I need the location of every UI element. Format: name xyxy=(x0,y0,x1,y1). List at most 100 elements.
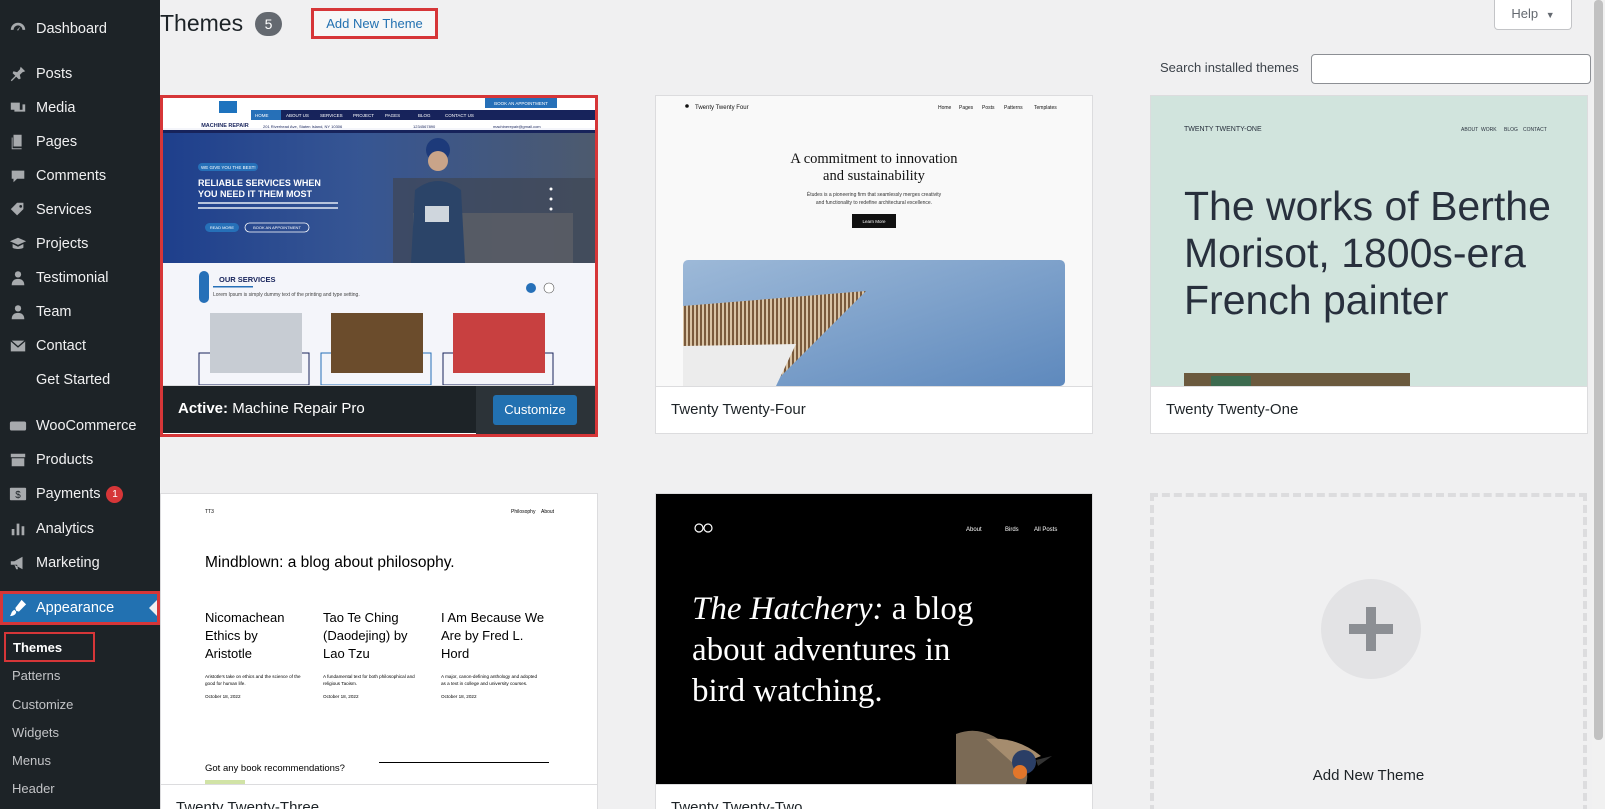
add-new-theme-card[interactable]: Add New Theme xyxy=(1150,493,1587,809)
preview-nav-item: SERVICES xyxy=(320,113,343,118)
theme-name: Twenty Twenty-One xyxy=(1151,386,1587,433)
tt3-post-excerpt: A fundamental text for both philosophica… xyxy=(323,674,415,679)
theme-screenshot[interactable]: TT3 Philosophy About Mindblown: a blog a… xyxy=(161,494,597,784)
sidebar-item-label: Comments xyxy=(36,168,107,184)
theme-card-twenty-twenty-two[interactable]: About Birds All Posts The Hatchery: a blog… xyxy=(655,493,1093,809)
tt2-preview: About Birds All Posts The Hatchery: a blog… xyxy=(692,523,1057,784)
tt4-site-title: Twenty Twenty Four xyxy=(695,105,749,111)
admin-sidebar: Dashboard Posts Media Pages Comments Services… xyxy=(0,0,160,809)
tt4-nav-item: Home xyxy=(938,105,952,111)
preview-nav-item: CONTACT US xyxy=(445,113,474,118)
sidebar-item-testimonial[interactable]: Testimonial xyxy=(0,261,160,295)
dollar-icon: $ xyxy=(8,484,28,504)
tt4-body-2: and functionality to redefine architectu… xyxy=(816,200,932,206)
tt1-nav-item: CONTACT xyxy=(1523,127,1547,133)
help-label: Help xyxy=(1511,6,1539,21)
customize-button[interactable]: Customize xyxy=(493,395,577,425)
sidebar-item-woocommerce[interactable]: WooCommerce xyxy=(0,409,160,443)
submenu-header[interactable]: Header xyxy=(12,781,55,796)
tt3-headline: Mindblown: a blog about philosophy. xyxy=(205,554,455,571)
preview-email: machinerepair@gmail.com xyxy=(493,124,541,129)
tt2-headline-2: about adventures in xyxy=(692,632,950,668)
tt3-post-excerpt: good for human life. xyxy=(205,681,246,686)
scrollbar-thumb[interactable] xyxy=(1594,0,1603,740)
pages-icon xyxy=(8,132,28,152)
graduation-icon xyxy=(8,234,28,254)
sidebar-item-get-started[interactable]: Get Started xyxy=(0,363,160,397)
preview-headline-2: YOU NEED IT THEM MOST xyxy=(198,189,313,199)
theme-name: Twenty Twenty-Four xyxy=(656,386,1092,433)
machine-repair-preview: BOOK AN APPOINTMENT HOME ABOUT US SERVICES… xyxy=(163,98,595,385)
preview-nav-item: BLOG xyxy=(418,113,431,118)
archive-icon xyxy=(8,450,28,470)
preview-brand: MACHINE REPAIR xyxy=(201,123,249,129)
search-label: Search installed themes xyxy=(1160,60,1299,75)
tt4-body-1: Études is a pioneering firm that seamles… xyxy=(807,191,942,198)
theme-name: Twenty Twenty-Three xyxy=(161,784,597,809)
tt3-post-date: October 18, 2022 xyxy=(205,694,241,699)
submenu-customize[interactable]: Customize xyxy=(12,697,73,712)
sidebar-item-label: Projects xyxy=(36,236,89,252)
sidebar-item-services[interactable]: Services xyxy=(0,193,160,227)
preview-book-button: BOOK AN APPOINTMENT xyxy=(494,101,548,106)
tt1-nav-item: ABOUT xyxy=(1461,127,1478,133)
sidebar-item-media[interactable]: Media xyxy=(0,91,160,125)
preview-services-title: OUR SERVICES xyxy=(219,275,276,284)
theme-card-twenty-twenty-four[interactable]: Twenty Twenty Four Home Pages Posts Pattern… xyxy=(655,95,1093,434)
plus-icon xyxy=(1321,579,1421,679)
notification-badge: 1 xyxy=(106,485,124,503)
sidebar-item-marketing[interactable]: Marketing xyxy=(0,546,160,580)
sidebar-item-dashboard[interactable]: Dashboard xyxy=(0,12,160,46)
theme-name: Twenty Twenty-Two xyxy=(656,784,1092,809)
sidebar-item-label: Testimonial xyxy=(36,270,109,286)
submenu-menus[interactable]: Menus xyxy=(12,753,51,768)
tt3-preview: TT3 Philosophy About Mindblown: a blog a… xyxy=(205,509,555,784)
preview-nav-item: ABOUT US xyxy=(286,113,309,118)
theme-card-twenty-twenty-one[interactable]: TWENTY TWENTY-ONE ABOUT WORK BLOG CONTACT T… xyxy=(1150,95,1588,434)
theme-screenshot[interactable]: BOOK AN APPOINTMENT HOME ABOUT US SERVICES… xyxy=(163,98,595,385)
add-new-theme-label: Add New Theme xyxy=(1312,767,1425,784)
sidebar-item-label: Team xyxy=(36,304,72,320)
tt1-nav-item: WORK xyxy=(1481,127,1497,133)
search-themes-input[interactable] xyxy=(1311,54,1591,84)
sidebar-item-comments[interactable]: Comments xyxy=(0,159,160,193)
tt3-post-title: Are by Fred L. xyxy=(441,628,523,643)
tt4-preview: Twenty Twenty Four Home Pages Posts Pattern… xyxy=(683,104,1065,386)
add-new-theme-button[interactable]: Add New Theme xyxy=(311,8,438,39)
sidebar-item-payments[interactable]: $ Payments 1 xyxy=(0,477,160,511)
theme-card-machine-repair[interactable]: BOOK AN APPOINTMENT HOME ABOUT US SERVICES… xyxy=(160,95,598,437)
help-button[interactable]: Help ▼ xyxy=(1494,0,1572,30)
tt2-headline-em: The Hatchery: xyxy=(692,591,884,627)
current-menu-arrow xyxy=(149,600,157,616)
sidebar-item-contact[interactable]: Contact xyxy=(0,329,160,363)
sidebar-item-pages[interactable]: Pages xyxy=(0,125,160,159)
theme-screenshot[interactable]: Twenty Twenty Four Home Pages Posts Pattern… xyxy=(656,96,1092,386)
tt1-nav-item: BLOG xyxy=(1504,127,1518,133)
sidebar-item-posts[interactable]: Posts xyxy=(0,57,160,91)
tt2-headline-rest: a blog xyxy=(884,591,974,627)
sidebar-item-label: Posts xyxy=(36,66,73,82)
woo-icon xyxy=(8,416,28,436)
sidebar-item-analytics[interactable]: Analytics xyxy=(0,512,160,546)
theme-screenshot[interactable]: TWENTY TWENTY-ONE ABOUT WORK BLOG CONTACT T… xyxy=(1151,96,1587,386)
sidebar-item-label: Products xyxy=(36,452,94,468)
tt3-post-title: Aristotle xyxy=(205,646,252,661)
theme-count-badge: 5 xyxy=(255,12,282,36)
tt4-nav-item: Posts xyxy=(982,105,995,111)
preview-read-more: READ MORE xyxy=(210,225,235,230)
page-scrollbar[interactable] xyxy=(1592,0,1605,809)
tt4-nav-item: Pages xyxy=(959,105,974,111)
theme-card-twenty-twenty-three[interactable]: TT3 Philosophy About Mindblown: a blog a… xyxy=(160,493,598,809)
sidebar-item-appearance[interactable]: Appearance xyxy=(0,591,160,625)
submenu-themes[interactable]: Themes xyxy=(4,632,95,662)
sidebar-item-label: Appearance xyxy=(36,600,115,616)
preview-nav-item: PAGES xyxy=(385,113,400,118)
sidebar-item-products[interactable]: Products xyxy=(0,443,160,477)
sidebar-item-label: Get Started xyxy=(36,372,111,388)
theme-screenshot[interactable]: About Birds All Posts The Hatchery: a blog… xyxy=(656,494,1092,784)
sidebar-item-team[interactable]: Team xyxy=(0,295,160,329)
submenu-patterns[interactable]: Patterns xyxy=(12,668,60,683)
sidebar-item-projects[interactable]: Projects xyxy=(0,227,160,261)
tt4-nav-item: Templates xyxy=(1034,105,1057,111)
submenu-widgets[interactable]: Widgets xyxy=(12,725,59,740)
